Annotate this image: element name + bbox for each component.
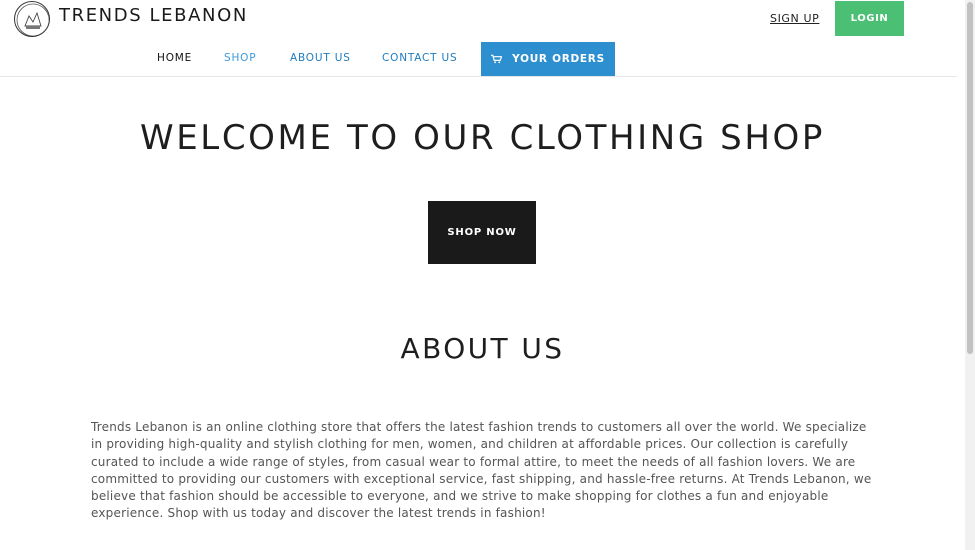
shop-now-button[interactable]: SHOP NOW (428, 201, 536, 264)
cart-icon (491, 54, 503, 64)
login-button[interactable]: LOGIN (835, 1, 904, 36)
brand-name[interactable]: TRENDS LEBANON (59, 5, 248, 26)
about-paragraph: Trends Lebanon is an online clothing sto… (91, 420, 872, 521)
nav-item-home[interactable]: HOME (157, 52, 192, 64)
your-orders-button[interactable]: YOUR ORDERS (481, 42, 615, 76)
site-header: TRENDS LEBANON SIGN UP LOGIN HOME SHOP A… (0, 0, 957, 77)
nav-item-shop[interactable]: SHOP (224, 52, 256, 64)
scrollbar-thumb[interactable] (967, 2, 973, 354)
about-heading: ABOUT US (400, 332, 565, 365)
brand-logo[interactable] (14, 1, 50, 37)
nav-item-contact-us[interactable]: CONTACT US (382, 52, 457, 64)
signup-link[interactable]: SIGN UP (770, 12, 819, 25)
nav-item-about-us[interactable]: ABOUT US (290, 52, 351, 64)
logo-emblem-icon (16, 3, 49, 36)
your-orders-label: YOUR ORDERS (512, 53, 605, 65)
hero-title: WELCOME TO OUR CLOTHING SHOP (140, 118, 825, 158)
